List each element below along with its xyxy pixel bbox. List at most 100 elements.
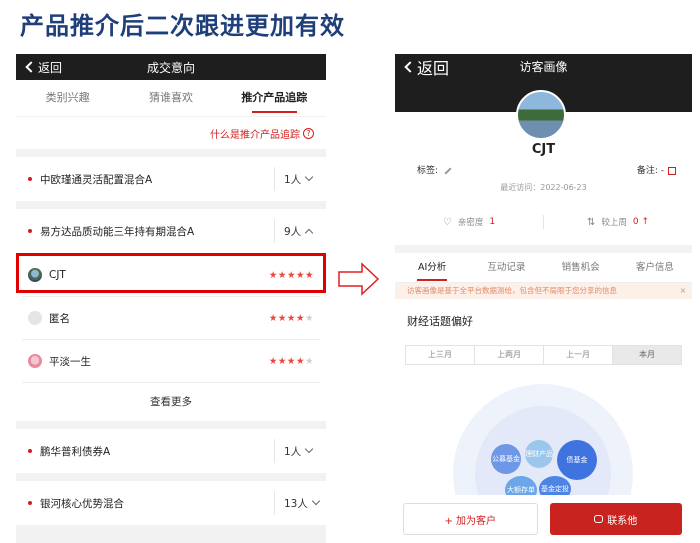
section-title: 财经话题偏好 (407, 315, 473, 328)
product-count-toggle[interactable]: 1人 (274, 439, 326, 463)
visitor-name: CJT (531, 142, 556, 157)
profile-tabs: AI分析 互动记录 销售机会 客户信息 (395, 253, 692, 283)
star-rating: ★★★★★ (269, 356, 314, 367)
tab-ai-analysis[interactable]: AI分析 (395, 253, 469, 283)
contact-label: 联系他 (607, 515, 638, 527)
stat-value: 1 (489, 217, 496, 227)
question-icon: ? (303, 127, 314, 139)
tab-category-interest[interactable]: 类别兴趣 (16, 80, 119, 116)
pen-icon (444, 166, 452, 175)
tag-label: 标签: (417, 166, 439, 176)
left-phone-screen: 返回 成交意向 类别兴趣 猜谁喜欢 推介产品追踪 什么是推介产品追踪 ? 中欧瑾… (16, 54, 326, 543)
period-option[interactable]: 上两月 (475, 346, 544, 364)
see-more-button[interactable]: 查看更多 (22, 383, 320, 421)
product-count: 13人 (284, 497, 308, 510)
page-title: 成交意向 (146, 60, 195, 75)
bullet-icon (28, 177, 32, 181)
tag-note-row: 标签: 备注: - (395, 157, 692, 176)
tab-sales-opportunities[interactable]: 销售机会 (544, 253, 618, 283)
stat-label: 较上周 (601, 218, 627, 228)
chevron-down-icon (311, 496, 321, 506)
weekly-change-stat: ⇅ 较上周 0 ↑ (544, 216, 692, 229)
sort-icon: ⇅ (586, 216, 596, 228)
topic-bubble: 理财产品 (525, 440, 553, 468)
back-button[interactable]: 返回 (24, 54, 62, 80)
stars-filled: ★★★★★ (268, 269, 314, 281)
star-rating: ★★★★★ (269, 270, 314, 281)
avatar (516, 90, 566, 140)
note-field[interactable]: 备注: - (637, 163, 676, 176)
stats-row: ♡ 亲密度 1 ⇅ 较上周 0 ↑ (395, 209, 692, 235)
avatar (28, 354, 42, 368)
edit-icon (668, 166, 676, 175)
list-item-visitor[interactable]: 平淡一生 ★★★★★ (22, 340, 320, 383)
product-row: 易方达品质动能三年持有期混合A 9人 (16, 209, 326, 253)
stat-label: 亲密度 (457, 218, 484, 228)
topic-bubble: 债基金 (557, 440, 597, 480)
slide-title: 产品推介后二次跟进更加有效 (20, 12, 345, 40)
visitor-list: CJT ★★★★★ 匿名 ★★★★★ 平淡一生 ★★★★★ 查看更多 (16, 253, 326, 421)
tab-product-tracking[interactable]: 推介产品追踪 (223, 80, 326, 116)
visitor-name: CJT (49, 269, 66, 281)
chevron-left-icon (25, 61, 37, 73)
tab-customer-info[interactable]: 客户信息 (618, 253, 692, 283)
bullet-icon (28, 449, 32, 453)
period-selector: 上三月 上两月 上一月 本月 (405, 345, 682, 365)
page-title: 访客画像 (519, 60, 568, 74)
action-bar: + 加为客户 联系他 (395, 495, 692, 543)
back-label: 返回 (38, 60, 63, 75)
star-rating: ★★★★★ (269, 313, 314, 324)
list-item-visitor[interactable]: CJT ★★★★★ (16, 253, 326, 297)
right-phone-screen: 返回 访客画像 CJT 标签: 备注: - 最近访问：2022-06-23 ♡ … (395, 54, 692, 543)
stars-empty: ★ (304, 312, 314, 324)
product-count-toggle[interactable]: 1人 (274, 167, 326, 191)
period-option-selected[interactable]: 本月 (613, 346, 681, 364)
heart-icon: ♡ (442, 216, 452, 228)
contact-button[interactable]: 联系他 (549, 503, 682, 535)
product-count-toggle[interactable]: 9人 (274, 219, 326, 243)
product-count: 9人 (284, 225, 302, 238)
tab-guess-who-likes[interactable]: 猜谁喜欢 (119, 80, 222, 116)
note-label: 备注: - (636, 166, 664, 176)
avatar (28, 311, 42, 325)
visitor-name: 平淡一生 (49, 355, 91, 368)
stat-value: 0 ↑ (632, 217, 650, 227)
product-count: 1人 (284, 173, 302, 186)
product-name: 中欧瑾通灵活配置混合A (40, 173, 153, 186)
stars-filled: ★★★★ (268, 355, 305, 367)
avatar (28, 268, 42, 282)
intimacy-stat: ♡ 亲密度 1 (395, 216, 543, 229)
period-option[interactable]: 上三月 (406, 346, 475, 364)
visitor-name: 匿名 (49, 312, 70, 325)
tag-field[interactable]: 标签: (417, 163, 452, 176)
chevron-down-icon (304, 444, 314, 454)
chevron-down-icon (304, 172, 314, 182)
list-item-visitor[interactable]: 匿名 ★★★★★ (22, 297, 320, 340)
period-option[interactable]: 上一月 (544, 346, 613, 364)
topic-bubble: 公募基金 (491, 444, 521, 474)
help-link[interactable]: 什么是推介产品追踪 ? (16, 117, 326, 149)
product-row: 中欧瑾通灵活配置混合A 1人 (16, 157, 326, 201)
chevron-up-icon (304, 228, 314, 237)
add-customer-button[interactable]: + 加为客户 (403, 503, 538, 535)
product-name: 易方达品质动能三年持有期混合A (40, 225, 195, 238)
interest-tabs: 类别兴趣 猜谁喜欢 推介产品追踪 (16, 80, 326, 116)
product-count-toggle[interactable]: 13人 (274, 491, 326, 515)
stars-filled: ★★★★ (268, 312, 305, 324)
tab-interaction-records[interactable]: 互动记录 (469, 253, 543, 283)
left-navbar: 返回 成交意向 (16, 54, 326, 80)
product-count: 1人 (284, 445, 302, 458)
close-icon[interactable]: × (680, 283, 686, 299)
bullet-icon (28, 501, 32, 505)
notice-text: 访客画像是基于全平台数据测绘，包含但不局限于您分享的信息 (407, 286, 617, 295)
help-link-label: 什么是推介产品追踪 (210, 129, 300, 141)
product-name: 银河核心优势混合 (40, 497, 124, 510)
product-name: 鹏华普利债券A (40, 445, 111, 458)
right-arrow-icon (338, 262, 380, 296)
product-row: 鹏华普利债券A 1人 (16, 429, 326, 473)
notice-banner: 访客画像是基于全平台数据测绘，包含但不局限于您分享的信息 × (395, 283, 692, 299)
last-visit: 最近访问：2022-06-23 (500, 183, 587, 192)
stars-empty: ★ (304, 355, 314, 367)
bullet-icon (28, 229, 32, 233)
product-row: 银河核心优势混合 13人 (16, 481, 326, 525)
